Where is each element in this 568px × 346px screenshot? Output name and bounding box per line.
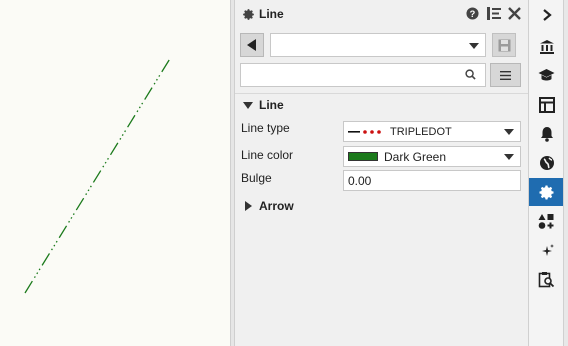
right-toolbar (528, 0, 564, 346)
layout-toggle-icon[interactable] (486, 6, 501, 21)
floppy-icon (498, 39, 510, 51)
shapes-plus-icon (538, 213, 554, 229)
chevron-down-icon (469, 43, 479, 49)
web-button[interactable] (529, 149, 564, 177)
palette-title: Line (259, 7, 284, 21)
sparkle-icon (541, 244, 554, 256)
help-icon[interactable]: ? (465, 6, 480, 21)
clipboard-search-icon (538, 271, 555, 287)
search-icon[interactable] (465, 69, 476, 83)
notifications-button[interactable] (529, 120, 564, 148)
building-icon (539, 40, 554, 54)
graduation-cap-icon (538, 69, 555, 81)
section-arrow-label: Arrow (259, 199, 294, 213)
expanded-triangle-icon (243, 101, 253, 109)
bell-icon (540, 127, 553, 142)
properties-palette: Line ? Line Line type TRIPLEDOT Line col… (235, 0, 528, 346)
library-button[interactable] (529, 33, 564, 61)
chevron-down-icon (504, 154, 514, 160)
back-button[interactable] (240, 33, 264, 57)
svg-text:?: ? (470, 9, 476, 19)
close-icon[interactable] (507, 6, 522, 21)
line-color-dropdown[interactable]: Dark Green (343, 146, 521, 167)
search-input[interactable] (241, 64, 451, 86)
style-combo[interactable] (270, 33, 486, 57)
bulge-label: Bulge (241, 171, 272, 185)
search-field[interactable] (240, 63, 486, 87)
gear-icon (539, 184, 554, 200)
section-line-header[interactable]: Line (243, 98, 284, 112)
color-swatch (348, 152, 378, 161)
tripledot-line[interactable] (24, 56, 172, 294)
drawing-canvas[interactable] (0, 0, 230, 346)
inspect-button[interactable] (529, 265, 564, 293)
chevron-right-icon (542, 9, 552, 21)
learning-button[interactable] (529, 61, 564, 89)
canvas-drawing (24, 56, 172, 294)
bulge-input[interactable]: 0.00 (343, 170, 521, 191)
line-color-label: Line color (241, 148, 294, 162)
properties-button[interactable] (529, 178, 564, 206)
window-edge (563, 0, 568, 346)
collapse-panel-button[interactable] (529, 1, 564, 29)
back-arrow-icon (247, 39, 256, 51)
gear-icon (241, 7, 255, 21)
insert-shapes-button[interactable] (529, 207, 564, 235)
collapsed-triangle-icon (245, 201, 252, 211)
palette-header: Line ? (235, 0, 528, 28)
layout-button[interactable] (529, 91, 564, 119)
line-type-value: TRIPLEDOT (390, 125, 452, 138)
section-line-label: Line (259, 98, 284, 112)
list-menu-button[interactable] (490, 63, 521, 87)
divider (235, 93, 528, 94)
globe-icon (539, 156, 554, 170)
chevron-down-icon (504, 129, 514, 135)
hamburger-icon (500, 70, 511, 80)
layout-icon (538, 97, 555, 113)
line-color-value: Dark Green (384, 149, 447, 164)
ai-assistant-button[interactable] (529, 237, 564, 265)
save-style-button[interactable] (492, 33, 516, 57)
bulge-value: 0.00 (348, 173, 372, 188)
line-type-dropdown[interactable]: TRIPLEDOT (343, 121, 521, 142)
section-arrow-header[interactable]: Arrow (245, 199, 294, 213)
tripledot-preview-icon (348, 129, 381, 134)
line-type-label: Line type (241, 121, 290, 135)
